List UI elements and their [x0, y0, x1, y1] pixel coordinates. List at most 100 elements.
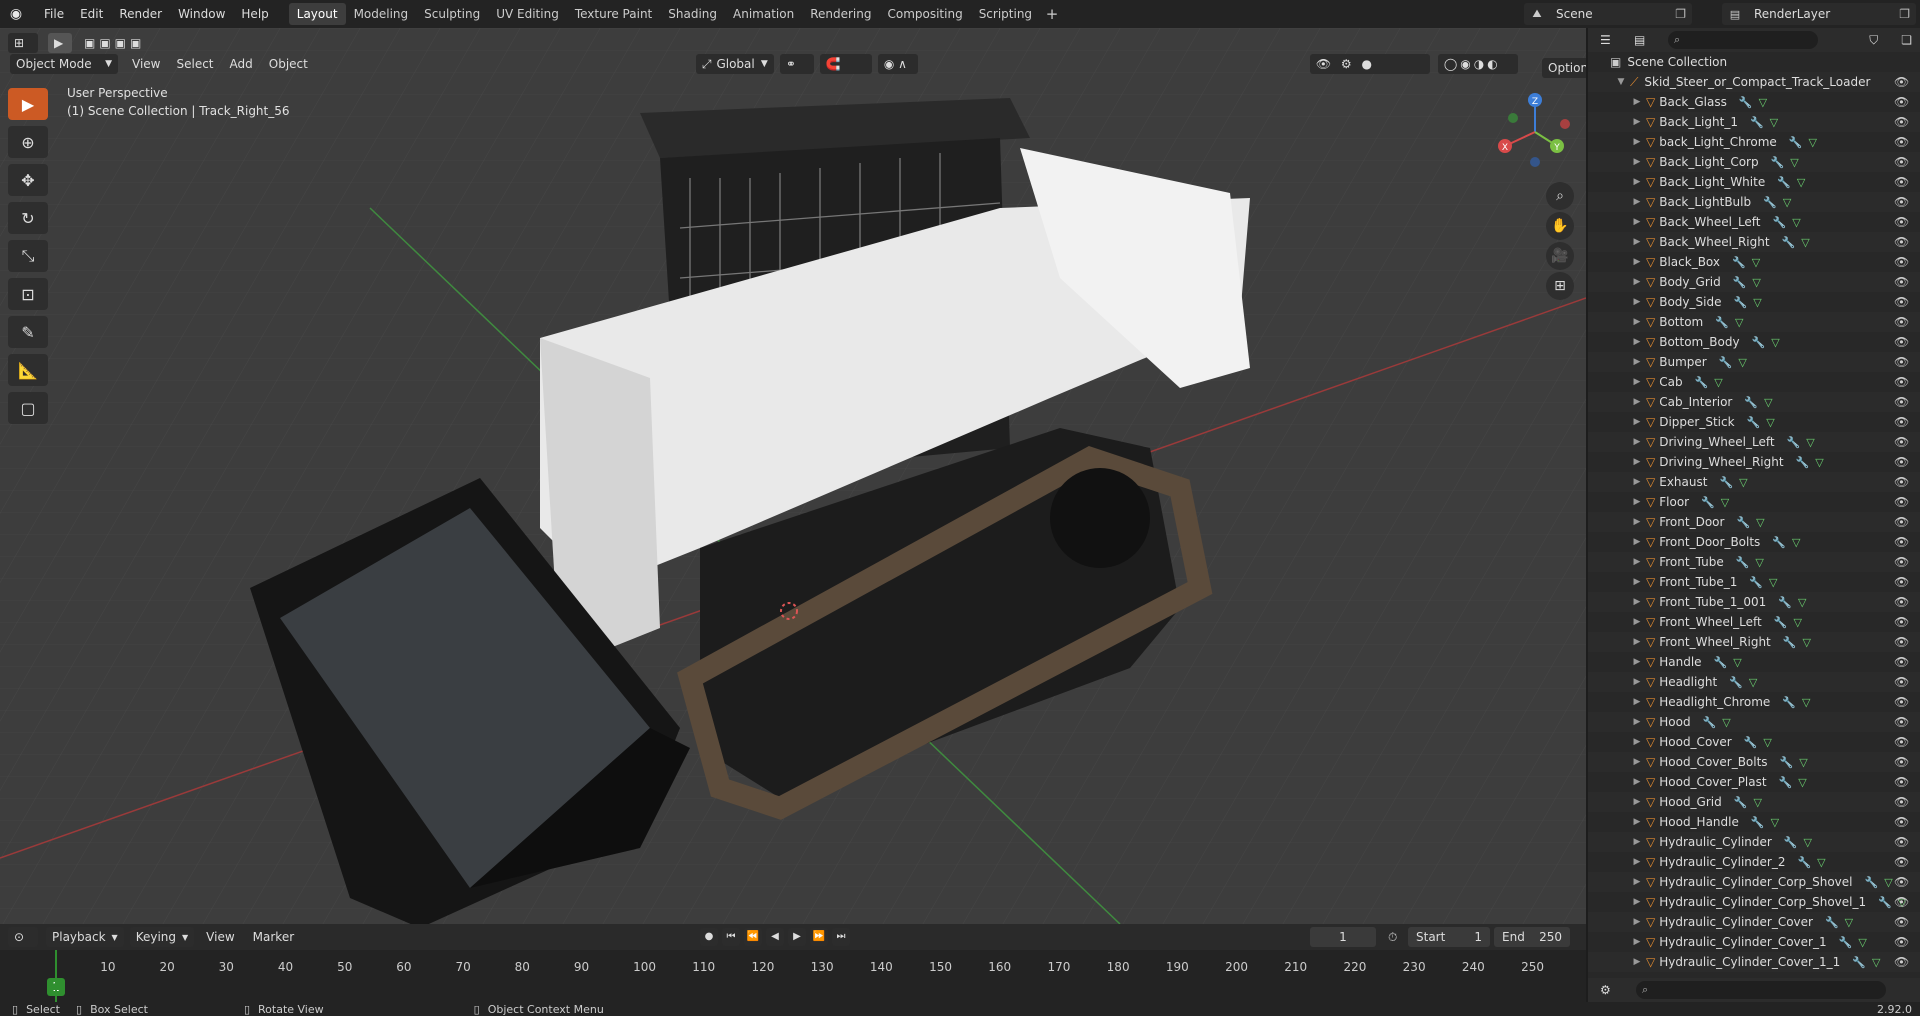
modifier-wrench-icon[interactable]: 🔧: [1778, 596, 1792, 609]
outliner-item[interactable]: ▶ ▽ Hydraulic_Cylinder_Corp_Shovel_1 🔧 ▽ 👁: [1588, 892, 1920, 912]
outliner-item[interactable]: ▶ ▽ Bottom_Body 🔧 ▽ 👁: [1588, 332, 1920, 352]
mesh-data-icon[interactable]: ▽: [1759, 96, 1767, 109]
mesh-data-icon[interactable]: ▽: [1752, 276, 1760, 289]
modifier-wrench-icon[interactable]: 🔧: [1787, 436, 1801, 449]
tab-uv-editing[interactable]: UV Editing: [488, 3, 567, 25]
modifier-wrench-icon[interactable]: 🔧: [1747, 416, 1761, 429]
3d-viewport[interactable]: ⊞ ▶ ▣▣▣▣ Object Mode ▼ View Select Add Obje…: [0, 28, 1586, 924]
outliner-item[interactable]: ▶ ▽ Bottom 🔧 ▽ 👁: [1588, 312, 1920, 332]
mesh-data-icon[interactable]: ▽: [1884, 876, 1892, 889]
modifier-wrench-icon[interactable]: 🔧: [1701, 496, 1715, 509]
modifier-wrench-icon[interactable]: 🔧: [1695, 376, 1709, 389]
outliner-item[interactable]: ▶ ▽ Hydraulic_Cylinder_Cover_1 🔧 ▽ 👁: [1588, 932, 1920, 952]
outliner-item[interactable]: ▶ ▽ Driving_Wheel_Right 🔧 ▽ 👁: [1588, 452, 1920, 472]
outliner-item[interactable]: ▶ ▽ Bumper 🔧 ▽ 👁: [1588, 352, 1920, 372]
visibility-eye-icon[interactable]: 👁: [1894, 415, 1909, 429]
mesh-data-icon[interactable]: ▽: [1858, 936, 1866, 949]
visibility-eye-icon[interactable]: 👁: [1894, 675, 1909, 689]
mesh-data-icon[interactable]: ▽: [1733, 656, 1741, 669]
mesh-data-icon[interactable]: ▽: [1792, 216, 1800, 229]
modifier-wrench-icon[interactable]: 🔧: [1719, 356, 1733, 369]
modifier-wrench-icon[interactable]: 🔧: [1736, 556, 1750, 569]
next-keyframe-icon[interactable]: ⏩: [810, 928, 828, 946]
ortho-grid-icon[interactable]: ⊞: [1546, 272, 1574, 300]
expand-icon[interactable]: ▶: [1632, 797, 1642, 807]
current-frame-field[interactable]: 1: [1310, 927, 1376, 947]
visibility-eye-icon[interactable]: 👁: [1894, 555, 1909, 569]
expand-icon[interactable]: ▶: [1632, 637, 1642, 647]
visibility-eye-icon[interactable]: 👁: [1894, 395, 1909, 409]
visibility-eye-icon[interactable]: 👁: [1894, 535, 1909, 549]
modifier-wrench-icon[interactable]: 🔧: [1771, 156, 1785, 169]
jump-end-icon[interactable]: ⏭: [832, 928, 850, 946]
expand-icon[interactable]: ▶: [1632, 557, 1642, 567]
outliner-item[interactable]: ▶ ▽ Back_Glass 🔧 ▽ 👁: [1588, 92, 1920, 112]
expand-icon[interactable]: ▶: [1632, 357, 1642, 367]
expand-icon[interactable]: ▶: [1632, 837, 1642, 847]
mesh-data-icon[interactable]: ▽: [1749, 676, 1757, 689]
expand-icon[interactable]: ▶: [1632, 337, 1642, 347]
visibility-eye-icon[interactable]: 👁: [1894, 115, 1909, 129]
outliner-item[interactable]: ▶ ▽ Front_Tube_1_001 🔧 ▽ 👁: [1588, 592, 1920, 612]
modifier-wrench-icon[interactable]: 🔧: [1732, 256, 1746, 269]
mesh-data-icon[interactable]: ▽: [1771, 336, 1779, 349]
modifier-wrench-icon[interactable]: 🔧: [1796, 456, 1810, 469]
modifier-wrench-icon[interactable]: 🔧: [1782, 236, 1796, 249]
mesh-data-icon[interactable]: ▽: [1806, 436, 1814, 449]
editor-type-button[interactable]: ⊞: [8, 33, 38, 53]
timeline-ruler[interactable]: 1 10203040506070809010011012013014015016…: [0, 950, 1586, 1002]
blender-logo-icon[interactable]: ◉: [6, 4, 26, 24]
outliner-item[interactable]: ▶ ▽ Hood_Handle 🔧 ▽ 👁: [1588, 812, 1920, 832]
expand-icon[interactable]: ▶: [1632, 957, 1642, 967]
expand-collapse-icon[interactable]: ▼: [1616, 77, 1626, 87]
modifier-wrench-icon[interactable]: 🔧: [1852, 956, 1866, 969]
outliner-item[interactable]: ▶ ▽ Back_Light_White 🔧 ▽ 👁: [1588, 172, 1920, 192]
modifier-wrench-icon[interactable]: 🔧: [1750, 116, 1764, 129]
expand-icon[interactable]: ▶: [1632, 677, 1642, 687]
new-collection-icon[interactable]: ❏: [1901, 33, 1912, 47]
visibility-eye-icon[interactable]: 👁: [1894, 475, 1909, 489]
mesh-data-icon[interactable]: ▽: [1752, 256, 1760, 269]
filter-button[interactable]: ⛉: [1863, 30, 1894, 50]
menu-render[interactable]: Render: [111, 0, 170, 28]
play-icon[interactable]: ▶: [788, 928, 806, 946]
expand-icon[interactable]: ▶: [1632, 317, 1642, 327]
visibility-eye-icon[interactable]: 👁: [1894, 515, 1909, 529]
expand-icon[interactable]: ▶: [1632, 777, 1642, 787]
rotate-tool-icon[interactable]: ↻: [8, 202, 48, 234]
expand-icon[interactable]: ▶: [1632, 937, 1642, 947]
mesh-data-icon[interactable]: ▽: [1735, 316, 1743, 329]
outliner-editor-type-button[interactable]: ☰: [1594, 30, 1624, 50]
mesh-data-icon[interactable]: ▽: [1790, 156, 1798, 169]
pan-hand-icon[interactable]: ✋: [1546, 212, 1574, 240]
modifier-wrench-icon[interactable]: 🔧: [1703, 716, 1717, 729]
outliner-item[interactable]: ▶ ▽ Driving_Wheel_Left 🔧 ▽ 👁: [1588, 432, 1920, 452]
outliner-item[interactable]: ▶ ▽ Handle 🔧 ▽ 👁: [1588, 652, 1920, 672]
expand-icon[interactable]: ▶: [1632, 757, 1642, 767]
outliner-item[interactable]: ▶ ▽ Black_Box 🔧 ▽ 👁: [1588, 252, 1920, 272]
modifier-wrench-icon[interactable]: 🔧: [1774, 616, 1788, 629]
modifier-wrench-icon[interactable]: 🔧: [1783, 636, 1797, 649]
visibility-eye-icon[interactable]: 👁: [1894, 495, 1909, 509]
visibility-eye-icon[interactable]: 👁: [1894, 775, 1909, 789]
transform-tool-icon[interactable]: ⊡: [8, 278, 48, 310]
mesh-data-icon[interactable]: ▽: [1817, 856, 1825, 869]
outliner-item[interactable]: ▶ ▽ Floor 🔧 ▽ 👁: [1588, 492, 1920, 512]
visibility-eye-icon[interactable]: 👁: [1894, 615, 1909, 629]
start-frame-field[interactable]: Start 1: [1408, 927, 1490, 947]
mesh-data-icon[interactable]: ▽: [1764, 396, 1772, 409]
visibility-eye-icon[interactable]: 👁: [1894, 695, 1909, 709]
mesh-data-icon[interactable]: ▽: [1753, 296, 1761, 309]
tab-rendering[interactable]: Rendering: [802, 3, 879, 25]
modifier-wrench-icon[interactable]: 🔧: [1729, 676, 1743, 689]
properties-search-input[interactable]: ⌕: [1636, 981, 1886, 999]
visibility-eye-icon[interactable]: 👁: [1894, 575, 1909, 589]
outliner-item[interactable]: ▶ ▽ Hydraulic_Cylinder_Corp_Shovel 🔧 ▽ 👁: [1588, 872, 1920, 892]
outliner-item[interactable]: ▶ ▽ Dipper_Stick 🔧 ▽ 👁: [1588, 412, 1920, 432]
tab-layout[interactable]: Layout: [288, 3, 346, 25]
outliner-item[interactable]: ▶ ▽ Body_Side 🔧 ▽ 👁: [1588, 292, 1920, 312]
outliner-item[interactable]: ▶ ▽ Front_Wheel_Left 🔧 ▽ 👁: [1588, 612, 1920, 632]
zoom-icon[interactable]: ⌕: [1546, 182, 1574, 210]
mesh-data-icon[interactable]: ▽: [1783, 196, 1791, 209]
viewport-menu-view[interactable]: View: [124, 57, 168, 71]
